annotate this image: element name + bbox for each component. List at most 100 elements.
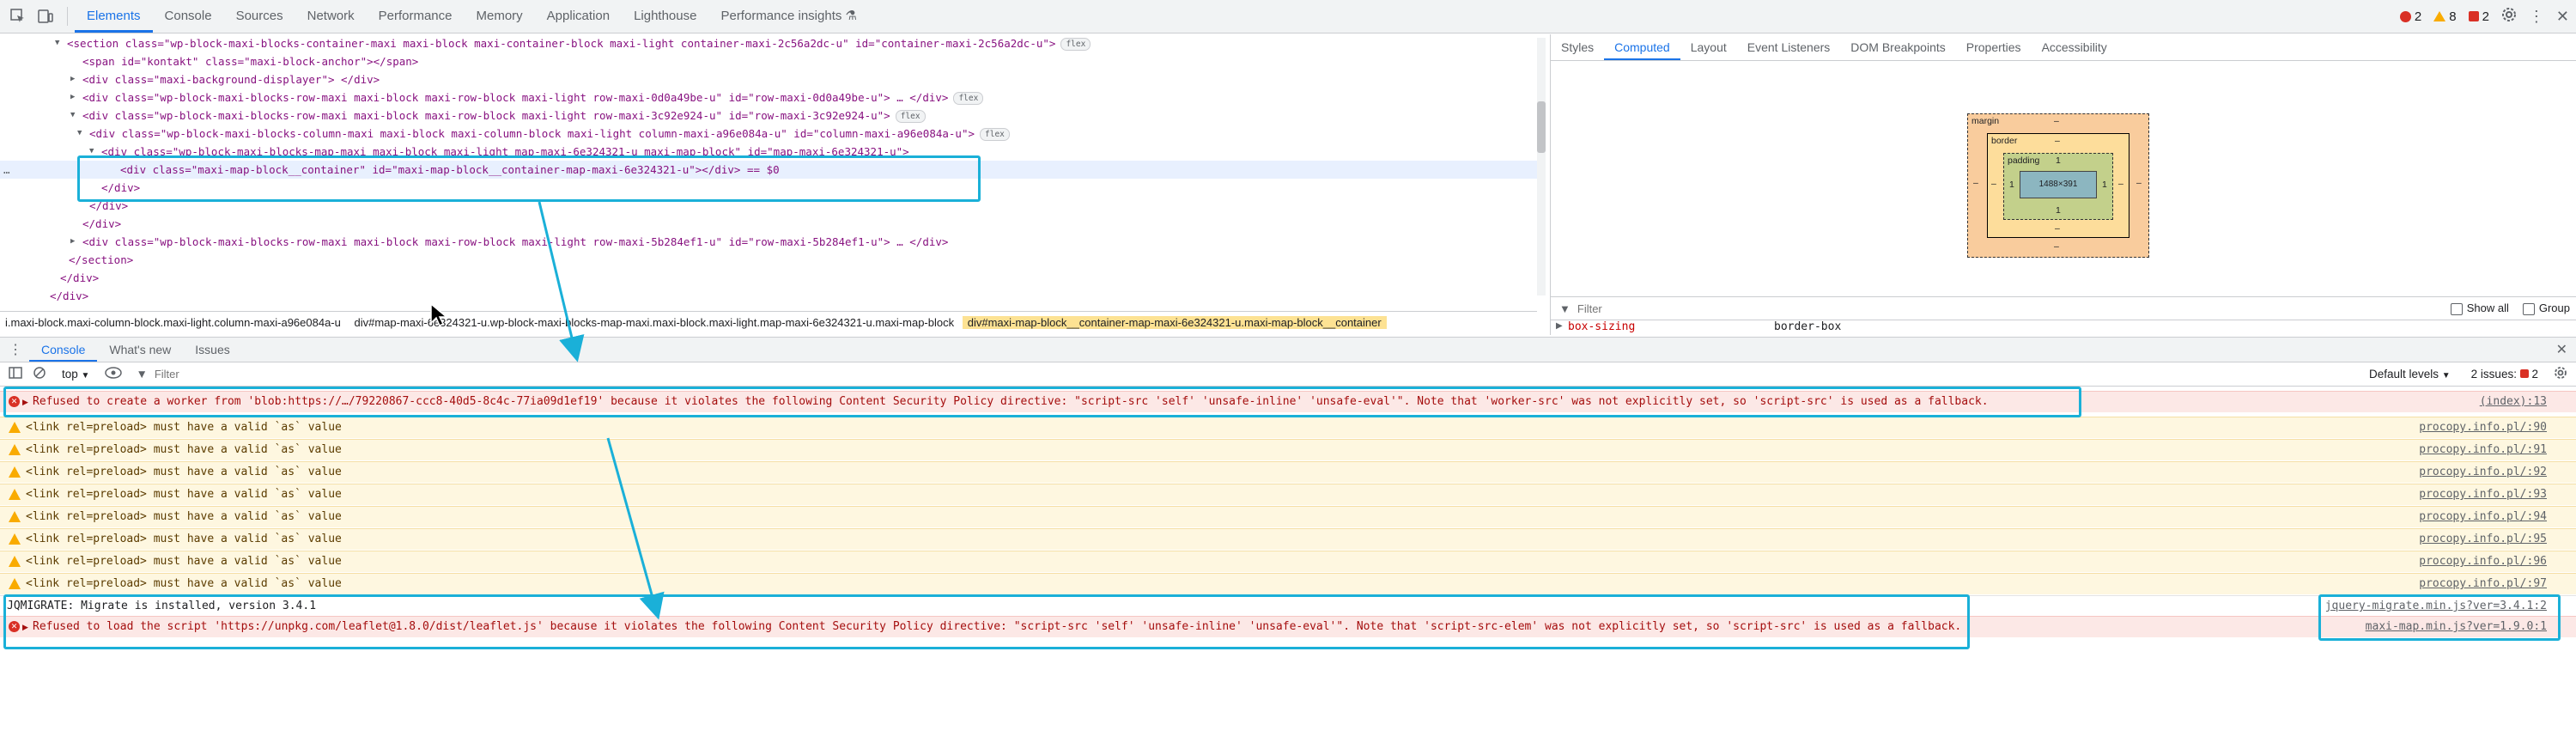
dom-node-line[interactable]: <span id="kontakt" class="maxi-block-anc… — [0, 52, 1537, 70]
console-message-warning[interactable]: <link rel=preload> must have a valid `as… — [0, 551, 2576, 572]
flex-badge[interactable]: flex — [953, 92, 984, 105]
tab-memory[interactable]: Memory — [465, 0, 535, 33]
dom-node-line[interactable]: ▼ <div class="wp-block-maxi-blocks-row-ma… — [0, 107, 1537, 125]
dom-node-line[interactable]: ▶ <div class="wp-block-maxi-blocks-row-ma… — [0, 88, 1537, 107]
collapse-arrow-icon[interactable]: ▼ — [70, 107, 75, 125]
dom-node-line[interactable]: ▶ <div class="maxi-background-displayer">… — [0, 70, 1537, 88]
tab-dom-breakpoints[interactable]: DOM Breakpoints — [1840, 34, 1955, 60]
tab-performance[interactable]: Performance — [367, 0, 465, 33]
context-selector[interactable]: top ▼ — [62, 368, 89, 381]
console-message-source-link[interactable]: procopy.info.pl/:91 — [2419, 440, 2547, 460]
console-message-warning[interactable]: <link rel=preload> must have a valid `as… — [0, 528, 2576, 550]
tab-elements[interactable]: Elements — [75, 0, 153, 33]
expand-arrow-icon[interactable]: ▶ — [70, 233, 75, 251]
breadcrumb-item-selected[interactable]: div#maxi-map-block__container-map-maxi-6… — [962, 316, 1387, 329]
console-message-warning[interactable]: <link rel=preload> must have a valid `as… — [0, 506, 2576, 527]
console-message-source-link[interactable]: maxi-map.min.js?ver=1.9.0:1 — [2366, 617, 2547, 637]
group-checkbox[interactable]: Group — [2522, 301, 2570, 315]
collapse-arrow-icon[interactable]: ▼ — [77, 125, 82, 143]
console-message-error[interactable]: ✕ ▶ Refused to create a worker from 'blob:… — [0, 391, 2576, 412]
tab-accessibility[interactable]: Accessibility — [2032, 34, 2117, 60]
console-message-warning[interactable]: <link rel=preload> must have a valid `as… — [0, 461, 2576, 483]
console-message-source-link[interactable]: procopy.info.pl/:90 — [2419, 417, 2547, 438]
console-message-source-link[interactable]: procopy.info.pl/:94 — [2419, 507, 2547, 527]
more-options-icon[interactable]: ⋮ — [2529, 8, 2544, 26]
expand-arrow-icon[interactable]: ▶ — [22, 392, 28, 412]
console-message-source-link[interactable]: (index):13 — [2480, 392, 2547, 412]
tab-console[interactable]: Console — [153, 0, 224, 33]
sidebar-toggle-icon[interactable] — [9, 366, 22, 382]
collapse-arrow-icon[interactable]: ▼ — [55, 34, 59, 52]
computed-filter-input[interactable] — [1575, 301, 2352, 316]
dom-node-line[interactable]: </div> — [0, 215, 1537, 233]
console-message-source-link[interactable]: procopy.info.pl/:93 — [2419, 484, 2547, 505]
dom-node-line[interactable]: ▼ <div class="wp-block-maxi-blocks-map-ma… — [0, 143, 1537, 161]
dom-node-line[interactable]: </div> — [0, 269, 1537, 287]
console-message-source-link[interactable]: procopy.info.pl/:95 — [2419, 529, 2547, 550]
tab-computed[interactable]: Computed — [1604, 34, 1680, 60]
tab-layout[interactable]: Layout — [1680, 34, 1737, 60]
tab-application[interactable]: Application — [535, 0, 622, 33]
console-message-warning[interactable]: <link rel=preload> must have a valid `as… — [0, 439, 2576, 460]
more-icon[interactable]: … — [3, 161, 10, 179]
expand-arrow-icon[interactable]: ▶ — [70, 88, 75, 107]
tab-sources[interactable]: Sources — [224, 0, 295, 33]
margin-right-value: – — [2136, 178, 2142, 188]
console-message-warning[interactable]: <link rel=preload> must have a valid `as… — [0, 417, 2576, 438]
error-counter[interactable]: 2 — [2399, 9, 2422, 24]
console-message-source-link[interactable]: jquery-migrate.min.js?ver=3.4.1:2 — [2325, 596, 2547, 617]
console-message-error[interactable]: ✕ ▶ Refused to load the script 'https://un… — [0, 616, 2576, 637]
drawer-menu-icon[interactable]: ⋮ — [9, 341, 22, 358]
tab-lighthouse[interactable]: Lighthouse — [622, 0, 708, 33]
dom-node-line[interactable]: ▼ <div class="wp-block-maxi-blocks-column… — [0, 125, 1537, 143]
console-message-warning[interactable]: <link rel=preload> must have a valid `as… — [0, 573, 2576, 594]
expand-arrow-icon[interactable]: ▶ — [70, 70, 75, 88]
tab-properties[interactable]: Properties — [1956, 34, 2032, 60]
dom-node-markup: <div class="wp-block-maxi-blocks-map-max… — [101, 145, 909, 158]
flex-badge[interactable]: flex — [980, 128, 1010, 141]
dom-node-line[interactable]: </div> — [0, 197, 1537, 215]
issues-summary[interactable]: 2 issues: 2 — [2471, 368, 2538, 381]
live-expression-eye-icon[interactable] — [105, 366, 123, 381]
console-settings-gear-icon[interactable] — [2554, 366, 2567, 382]
drawer-tab-whats-new[interactable]: What's new — [97, 338, 183, 362]
console-message-warning[interactable]: <link rel=preload> must have a valid `as… — [0, 484, 2576, 505]
expand-arrow-icon: ▶ — [1556, 321, 1563, 331]
computed-property-row[interactable]: ▶ box-sizing border-box — [1551, 320, 2576, 336]
console-filter-input[interactable] — [152, 366, 2217, 381]
clear-console-icon[interactable] — [33, 366, 46, 382]
tab-styles[interactable]: Styles — [1551, 34, 1604, 60]
show-all-checkbox[interactable]: Show all — [2450, 301, 2509, 315]
drawer-tab-issues[interactable]: Issues — [183, 338, 241, 362]
inspect-element-icon[interactable] — [9, 7, 27, 26]
tab-network[interactable]: Network — [295, 0, 367, 33]
dom-node-line[interactable]: </div> — [0, 179, 1537, 197]
log-levels-dropdown[interactable]: Default levels ▼ — [2369, 368, 2451, 381]
dom-node-line[interactable]: ▼ <section class="wp-block-maxi-blocks-co… — [0, 34, 1537, 52]
console-message-source-link[interactable]: procopy.info.pl/:97 — [2419, 574, 2547, 594]
dom-tree-scrollbar[interactable] — [1537, 38, 1546, 295]
close-drawer-icon[interactable]: ✕ — [2556, 341, 2567, 358]
gear-icon[interactable] — [2501, 7, 2517, 26]
error-count: 2 — [2414, 9, 2422, 24]
dom-node-line[interactable]: </div> — [0, 287, 1537, 301]
issues-counter[interactable]: 2 — [2468, 9, 2489, 24]
warning-counter[interactable]: 8 — [2433, 9, 2457, 24]
flex-badge[interactable]: flex — [1060, 38, 1091, 51]
tab-performance-insights[interactable]: Performance insights ⚗ — [708, 0, 869, 33]
dom-node-line[interactable]: ▶ <div class="wp-block-maxi-blocks-row-ma… — [0, 233, 1537, 251]
tab-event-listeners[interactable]: Event Listeners — [1737, 34, 1841, 60]
breadcrumb-item[interactable]: i.maxi-block.maxi-column-block.maxi-ligh… — [0, 316, 346, 329]
collapse-arrow-icon[interactable]: ▼ — [89, 143, 94, 161]
console-message-source-link[interactable]: procopy.info.pl/:96 — [2419, 551, 2547, 572]
console-message-source-link[interactable]: procopy.info.pl/:92 — [2419, 462, 2547, 483]
dom-node-line[interactable]: </section> — [0, 251, 1537, 269]
expand-arrow-icon[interactable]: ▶ — [22, 617, 28, 637]
flex-badge[interactable]: flex — [895, 110, 926, 123]
console-message-info[interactable]: JQMIGRATE: Migrate is installed, version… — [0, 595, 2576, 617]
device-toolbar-icon[interactable] — [36, 7, 55, 26]
dom-tree-scroll-thumb[interactable] — [1537, 101, 1546, 153]
drawer-tab-console[interactable]: Console — [29, 338, 98, 362]
close-icon[interactable]: ✕ — [2556, 8, 2569, 26]
dom-node-line[interactable]: … <div class="maxi-map-block__container" … — [0, 161, 1537, 179]
